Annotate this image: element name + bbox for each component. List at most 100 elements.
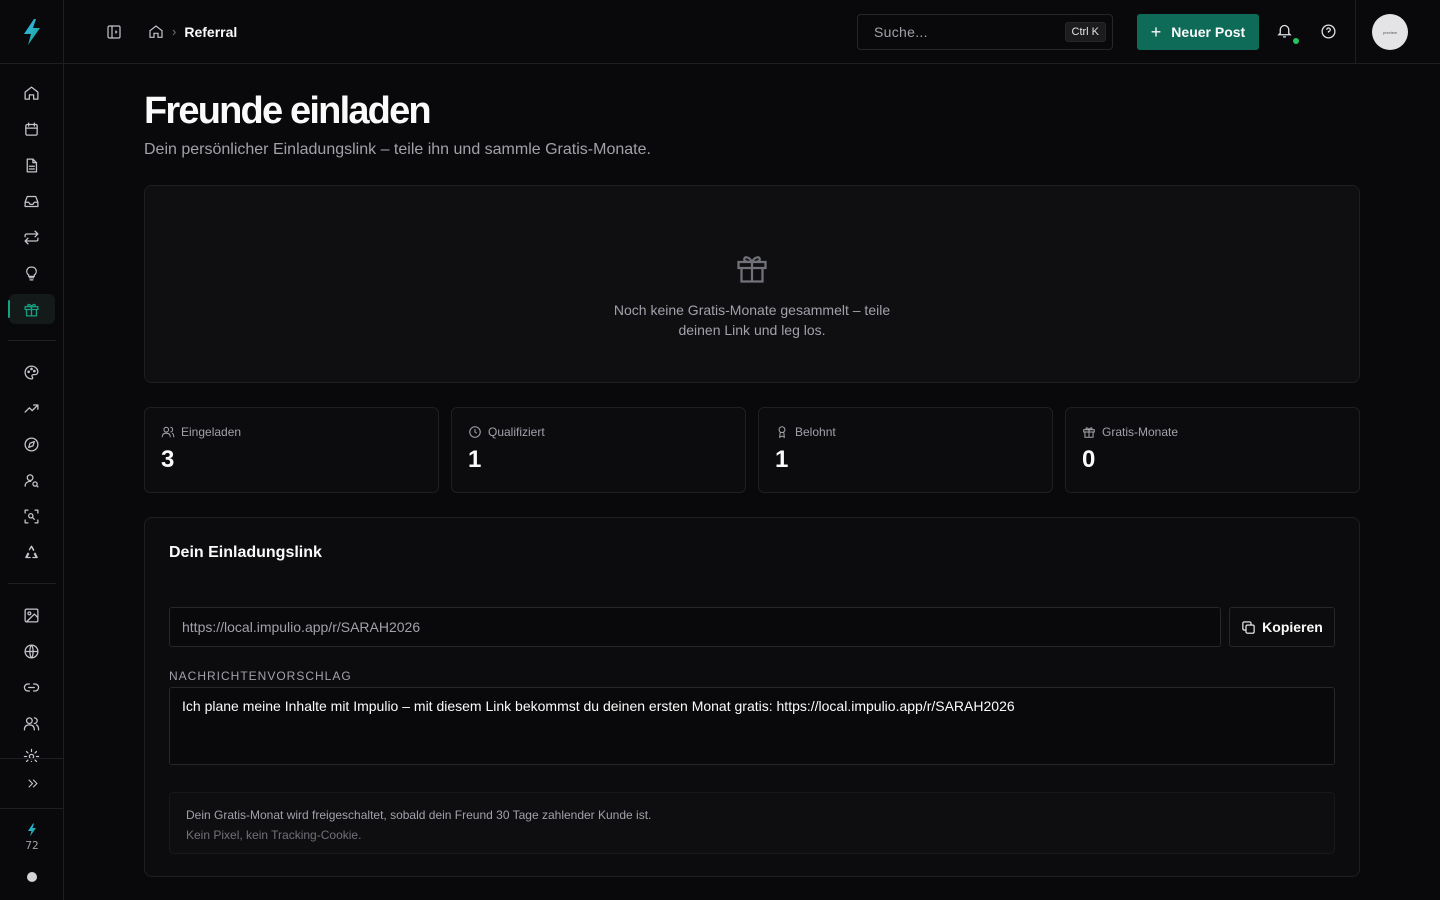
sidebar-item-web[interactable] xyxy=(9,636,55,666)
stat-label: Eingeladen xyxy=(161,425,422,439)
sidebar-item-repeat[interactable] xyxy=(9,222,55,252)
help-circle-icon xyxy=(1321,24,1336,39)
sidebar-item-referral[interactable] xyxy=(7,294,55,324)
link-icon xyxy=(23,682,40,692)
avatar[interactable]: preview xyxy=(1372,14,1408,50)
stat-label: Gratis-Monate xyxy=(1082,425,1343,439)
page-title: Freunde einladen xyxy=(144,90,432,132)
users-icon xyxy=(23,716,40,731)
invite-link-input[interactable] xyxy=(169,607,1221,647)
app-logo[interactable] xyxy=(0,0,63,64)
clock-icon xyxy=(469,426,481,438)
gift-icon xyxy=(737,256,767,283)
scan-search-icon xyxy=(24,508,39,524)
panel-left-icon xyxy=(107,24,121,39)
sidebar-item-links[interactable] xyxy=(9,672,55,702)
sidebar-item-team[interactable] xyxy=(9,708,55,738)
search-shortcut: Ctrl K xyxy=(1064,22,1106,42)
gift-icon xyxy=(24,303,39,317)
user-search-icon xyxy=(24,473,39,488)
award-icon xyxy=(778,426,786,439)
sidebar-item-scan[interactable] xyxy=(9,501,55,531)
stat-card-qualified: Qualifiziert 1 xyxy=(451,407,746,493)
image-icon xyxy=(24,607,39,623)
home-icon xyxy=(149,24,163,38)
calendar-icon xyxy=(25,121,38,136)
sidebar-divider xyxy=(7,340,56,341)
users-icon xyxy=(161,426,175,438)
message-textarea[interactable]: Ich plane meine Inhalte mit Impulio – mi… xyxy=(169,687,1335,765)
globe-icon xyxy=(24,643,39,659)
sidebar-item-calendar[interactable] xyxy=(9,114,55,144)
sidebar-item-media[interactable] xyxy=(9,600,55,630)
lightbulb-icon xyxy=(26,265,37,281)
toggle-sidebar-button[interactable] xyxy=(106,24,122,40)
copy-button[interactable]: Kopieren xyxy=(1229,607,1335,647)
invite-card-title: Dein Einladungslink xyxy=(169,544,322,561)
sidebar-nav xyxy=(0,64,63,768)
recycle-icon xyxy=(25,544,38,558)
sidebar: 72 xyxy=(0,0,64,900)
trending-up-icon xyxy=(24,403,39,413)
new-post-label: Neuer Post xyxy=(1171,24,1246,40)
stat-label-text: Qualifiziert xyxy=(488,425,545,439)
info-note-line: Kein Pixel, kein Tracking-Cookie. xyxy=(186,828,362,842)
inbox-icon xyxy=(24,195,39,207)
bell-icon xyxy=(1277,24,1292,38)
stat-card-invited: Eingeladen 3 xyxy=(144,407,439,493)
search-input[interactable]: Suche... Ctrl K xyxy=(857,14,1113,50)
stat-value: 0 xyxy=(1082,446,1096,473)
new-post-button[interactable]: + Neuer Post xyxy=(1137,14,1259,50)
stat-value: 3 xyxy=(161,446,175,473)
expand-sidebar-button[interactable] xyxy=(0,758,64,808)
credits-panel: 72 xyxy=(0,808,64,900)
empty-state-text: Noch keine Gratis-Monate gesammelt – tei… xyxy=(613,302,891,338)
sidebar-item-ideas[interactable] xyxy=(9,258,55,288)
stats-row: Eingeladen 3 Qualifiziert 1 Belohnt 1 Gr… xyxy=(144,407,1360,493)
credits-count: 72 xyxy=(25,839,39,852)
status-dot xyxy=(27,872,37,882)
breadcrumb: › Referral xyxy=(148,24,237,40)
sidebar-item-inbox[interactable] xyxy=(9,186,55,216)
sidebar-item-posts[interactable] xyxy=(9,150,55,180)
document-icon xyxy=(26,157,38,173)
plus-icon: + xyxy=(1150,21,1162,42)
breadcrumb-current: Referral xyxy=(184,23,238,40)
message-label: NACHRICHTENVORSCHLAG xyxy=(169,669,352,683)
info-note-line: Dein Gratis-Monat wird freigeschaltet, s… xyxy=(186,808,652,822)
breadcrumb-home[interactable] xyxy=(148,24,164,40)
repeat-icon xyxy=(24,229,39,245)
compass-icon xyxy=(24,436,39,452)
invite-link-row: Kopieren xyxy=(169,607,1335,647)
stat-label-text: Eingeladen xyxy=(181,425,242,439)
bolt-logo-icon xyxy=(23,18,40,45)
stat-label: Qualifiziert xyxy=(468,425,729,439)
stat-value: 1 xyxy=(775,446,789,473)
home-icon xyxy=(24,85,39,100)
stat-label: Belohnt xyxy=(775,425,1036,439)
notifications-button[interactable] xyxy=(1276,22,1299,44)
page-subtitle: Dein persönlicher Einladungslink – teile… xyxy=(144,141,651,158)
sidebar-item-explore[interactable] xyxy=(9,429,55,459)
sidebar-item-brand[interactable] xyxy=(9,357,55,387)
gift-icon xyxy=(1083,427,1095,438)
notification-dot xyxy=(1293,38,1299,44)
empty-state-card: Noch keine Gratis-Monate gesammelt – tei… xyxy=(144,185,1360,383)
sidebar-divider xyxy=(7,583,56,584)
copy-button-label: Kopieren xyxy=(1262,619,1323,635)
sidebar-item-analytics[interactable] xyxy=(9,393,55,423)
sidebar-item-audience[interactable] xyxy=(9,465,55,495)
sidebar-item-home[interactable] xyxy=(9,78,55,108)
stat-value: 1 xyxy=(468,446,482,473)
chevron-right-icon: › xyxy=(172,24,177,39)
help-button[interactable] xyxy=(1320,23,1337,40)
sidebar-footer: 72 xyxy=(0,758,64,900)
copy-icon xyxy=(1242,620,1255,634)
sidebar-item-recycle[interactable] xyxy=(9,537,55,567)
stat-label-text: Gratis-Monate xyxy=(1102,425,1179,439)
chevrons-right-icon xyxy=(27,779,38,788)
topbar: › Referral Suche... Ctrl K + Neuer Post … xyxy=(64,0,1440,64)
main-content: Freunde einladen Dein persönlicher Einla… xyxy=(144,64,1360,877)
stat-label-text: Belohnt xyxy=(795,425,836,439)
avatar-text: preview xyxy=(1383,29,1397,35)
